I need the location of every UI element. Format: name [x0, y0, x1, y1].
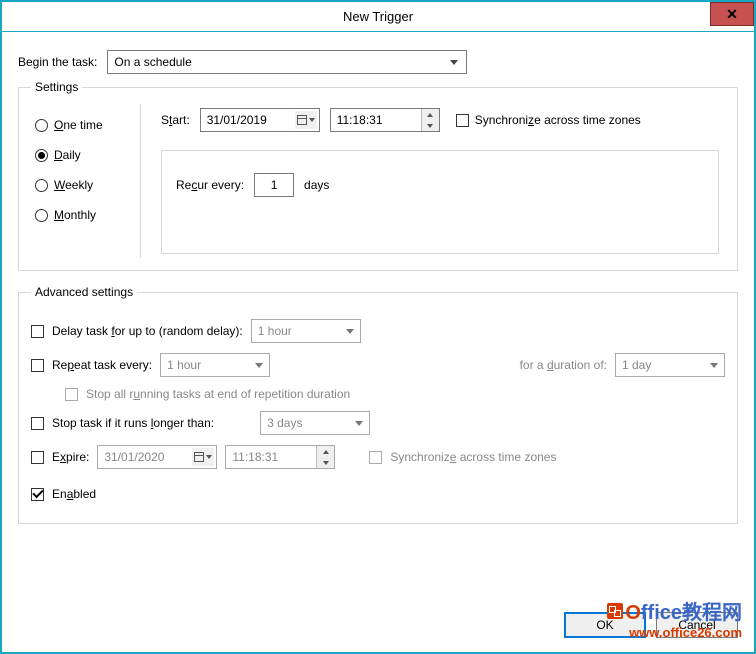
enabled-label: Enabled [52, 487, 96, 501]
start-time-input[interactable]: 11:18:31 [330, 108, 440, 132]
begin-task-select[interactable]: On a schedule [107, 50, 467, 74]
enabled-checkbox[interactable] [31, 488, 44, 501]
start-label: Start: [161, 113, 190, 127]
title-bar: New Trigger ✕ [2, 2, 754, 32]
schedule-details: Start: 31/01/2019 11:18:31 [155, 104, 725, 258]
calendar-icon [194, 452, 204, 462]
time-spinner [316, 446, 334, 468]
chevron-down-icon [323, 461, 329, 465]
window-title: New Trigger [2, 9, 754, 24]
recur-value-input[interactable]: 1 [254, 173, 294, 197]
spin-up-button[interactable] [317, 446, 334, 457]
duration-combo[interactable]: 1 day [615, 353, 725, 377]
radio-weekly[interactable]: Weekly [35, 178, 140, 192]
advanced-group: Advanced settings Delay task for up to (… [18, 285, 738, 524]
repeat-label: Repeat task every: [52, 358, 152, 372]
radio-icon [35, 149, 48, 162]
calendar-button[interactable] [295, 111, 317, 129]
calendar-icon [297, 115, 307, 125]
expire-sync-label: Synchronize across time zones [390, 450, 556, 464]
close-button[interactable]: ✕ [710, 2, 754, 26]
stop-longer-label: Stop task if it runs longer than: [52, 416, 214, 430]
radio-icon [35, 179, 48, 192]
advanced-legend: Advanced settings [31, 285, 137, 299]
content-area: Begin the task: On a schedule Settings O… [2, 32, 754, 550]
radio-one-time[interactable]: One time [35, 118, 140, 132]
dialog-window: New Trigger ✕ Begin the task: On a sched… [0, 0, 756, 654]
radio-daily[interactable]: Daily [35, 148, 140, 162]
begin-task-row: Begin the task: On a schedule [18, 50, 738, 74]
settings-legend: Settings [31, 80, 82, 94]
recur-unit: days [304, 178, 329, 192]
stop-longer-combo[interactable]: 3 days [260, 411, 370, 435]
chevron-down-icon [346, 329, 354, 334]
recur-label: Recur every: [176, 178, 244, 192]
expire-label: Expire: [52, 450, 89, 464]
chevron-down-icon [427, 124, 433, 128]
chevron-down-icon [355, 421, 363, 426]
ok-button[interactable]: OK [564, 612, 646, 638]
radio-monthly[interactable]: Monthly [35, 208, 140, 222]
cancel-button[interactable]: Cancel [656, 612, 738, 638]
dialog-footer: OK Cancel [564, 612, 738, 638]
frequency-column: One time Daily Weekly Monthly [31, 104, 141, 258]
chevron-down-icon [309, 118, 315, 122]
spin-down-button[interactable] [317, 457, 334, 468]
repeat-combo[interactable]: 1 hour [160, 353, 270, 377]
begin-task-label: Begin the task: [18, 55, 97, 69]
delay-label: Delay task for up to (random delay): [52, 324, 243, 338]
settings-group: Settings One time Daily Weekly [18, 80, 738, 271]
start-date-input[interactable]: 31/01/2019 [200, 108, 320, 132]
chevron-down-icon [710, 363, 718, 368]
begin-task-value: On a schedule [114, 55, 191, 69]
start-date-value: 31/01/2019 [207, 113, 267, 127]
chevron-down-icon [255, 363, 263, 368]
stop-longer-checkbox[interactable] [31, 417, 44, 430]
repeat-checkbox[interactable] [31, 359, 44, 372]
duration-label: for a duration of: [520, 358, 607, 372]
delay-checkbox[interactable] [31, 325, 44, 338]
chevron-up-icon [427, 113, 433, 117]
expire-checkbox[interactable] [31, 451, 44, 464]
expire-sync-checkbox [369, 451, 382, 464]
calendar-button[interactable] [192, 448, 214, 466]
expire-time-input[interactable]: 11:18:31 [225, 445, 335, 469]
spin-down-button[interactable] [422, 120, 439, 131]
delay-combo[interactable]: 1 hour [251, 319, 361, 343]
expire-date-input[interactable]: 31/01/2020 [97, 445, 217, 469]
start-time-value: 11:18:31 [337, 113, 383, 127]
stop-repetition-checkbox [65, 388, 78, 401]
stop-repetition-label: Stop all running tasks at end of repetit… [86, 387, 350, 401]
sync-tz-label: Synchronize across time zones [475, 113, 641, 127]
chevron-up-icon [323, 450, 329, 454]
close-icon: ✕ [726, 6, 738, 23]
recur-panel: Recur every: 1 days [161, 150, 719, 254]
chevron-down-icon [206, 455, 212, 459]
radio-icon [35, 119, 48, 132]
spin-up-button[interactable] [422, 109, 439, 120]
radio-icon [35, 209, 48, 222]
time-spinner [421, 109, 439, 131]
sync-tz-checkbox[interactable] [456, 114, 469, 127]
